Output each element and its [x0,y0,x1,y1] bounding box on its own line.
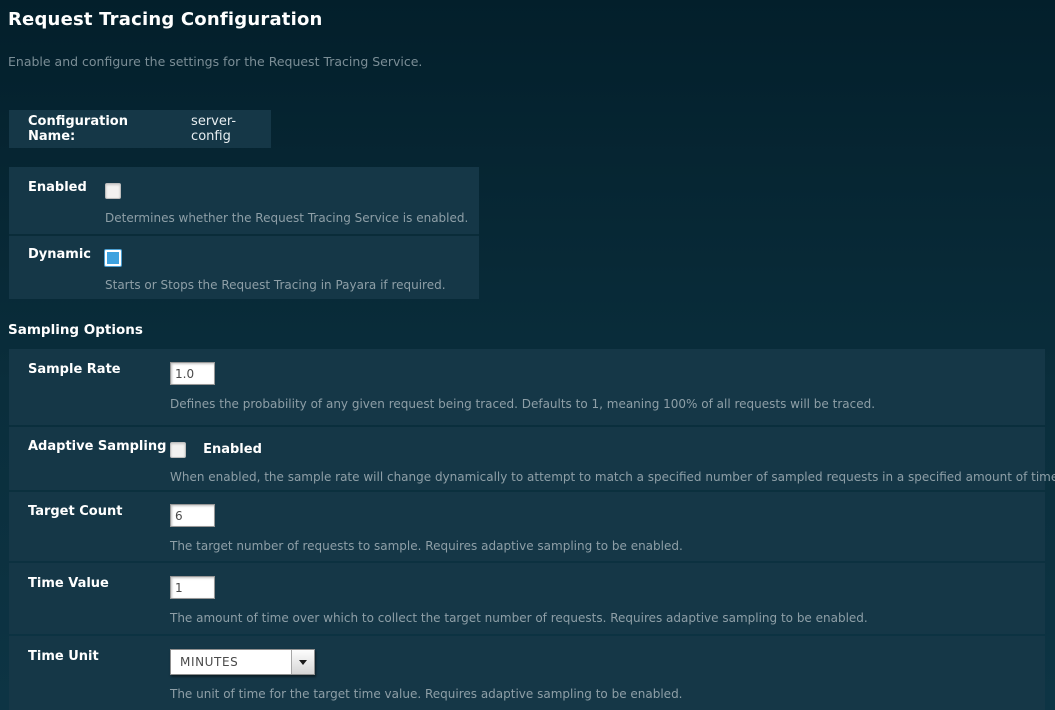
time-unit-controls: MINUTES The unit of time for the target … [170,649,1045,710]
enabled-checkbox[interactable] [105,183,121,199]
target-count-row: Target Count The target number of reques… [9,492,1045,561]
sample-rate-controls: Defines the probability of any given req… [170,362,1045,425]
enabled-row: Enabled Determines whether the Request T… [9,167,479,234]
adaptive-sampling-checkbox[interactable] [170,442,186,458]
sample-rate-row: Sample Rate Defines the probability of a… [9,349,1045,425]
adaptive-sampling-label: Adaptive Sampling [9,439,170,490]
general-settings-band: Enabled Determines whether the Request T… [9,167,479,299]
time-unit-label: Time Unit [9,649,170,710]
time-unit-description: The unit of time for the target time val… [170,687,1045,702]
sample-rate-label: Sample Rate [9,362,170,425]
configuration-name-row: Configuration Name: server-config [9,110,271,148]
time-value-controls: The amount of time over which to collect… [170,576,1045,634]
adaptive-sampling-row: Adaptive Sampling Enabled When enabled, … [9,427,1045,490]
time-value-row: Time Value The amount of time over which… [9,563,1045,634]
request-tracing-config-page: Request Tracing Configuration Enable and… [0,0,1055,710]
dynamic-description: Starts or Stops the Request Tracing in P… [105,278,479,293]
enabled-description: Determines whether the Request Tracing S… [105,211,479,226]
target-count-controls: The target number of requests to sample.… [170,504,1045,561]
dynamic-controls: Starts or Stops the Request Tracing in P… [105,247,479,299]
dynamic-label: Dynamic [9,247,105,299]
target-count-input[interactable] [170,504,215,527]
configuration-name-label: Configuration Name: [28,114,171,144]
time-value-input[interactable] [170,576,215,599]
enabled-controls: Determines whether the Request Tracing S… [105,180,479,234]
adaptive-sampling-checkbox-label: Enabled [203,442,262,457]
configuration-name-value: server-config [191,114,271,144]
page-title: Request Tracing Configuration [0,0,1055,30]
time-unit-selected-value: MINUTES [171,650,291,674]
chevron-down-icon [299,660,307,665]
sample-rate-description: Defines the probability of any given req… [170,397,1045,412]
time-unit-row: Time Unit MINUTES The unit of time for t… [9,636,1045,710]
sampling-options-section: Sample Rate Defines the probability of a… [9,349,1045,710]
sampling-options-header: Sampling Options [0,299,1055,338]
adaptive-sampling-controls: Enabled When enabled, the sample rate wi… [170,439,1055,490]
target-count-description: The target number of requests to sample.… [170,539,1045,554]
dynamic-checkbox[interactable] [105,250,121,266]
adaptive-sampling-description: When enabled, the sample rate will chang… [170,470,1055,485]
sample-rate-input[interactable] [170,362,215,385]
page-subtitle: Enable and configure the settings for th… [0,30,1055,69]
target-count-label: Target Count [9,504,170,561]
dynamic-row: Dynamic Starts or Stops the Request Trac… [9,236,479,299]
enabled-label: Enabled [9,180,105,234]
time-value-label: Time Value [9,576,170,634]
time-unit-dropdown-button[interactable] [291,650,314,674]
time-unit-select[interactable]: MINUTES [170,649,315,675]
time-value-description: The amount of time over which to collect… [170,611,1045,626]
